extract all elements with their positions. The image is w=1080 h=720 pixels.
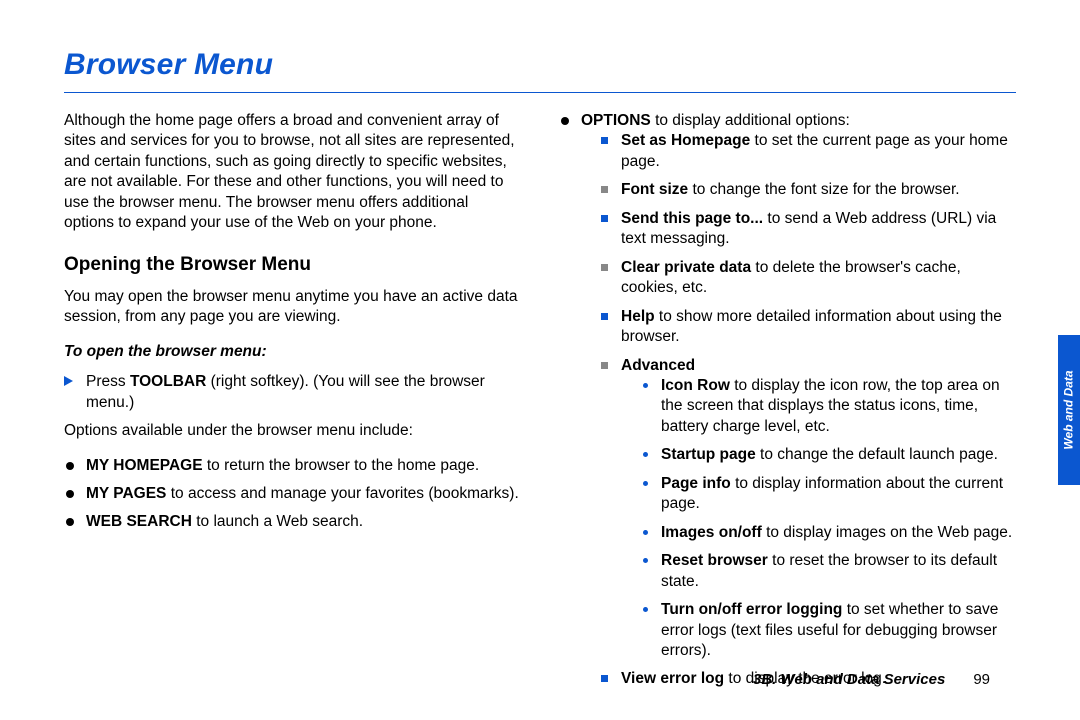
adv-error-logging: Turn on/off error logging to set whether… — [639, 600, 1016, 661]
sub-label: Set as Homepage — [621, 132, 750, 149]
adv-label: Icon Row — [661, 377, 730, 394]
sub-label: Font size — [621, 181, 688, 198]
instruction-step: Press TOOLBAR (right softkey). (You will… — [64, 372, 521, 413]
options-sublist: Set as Homepage to set the current page … — [599, 131, 1016, 689]
option-my-pages: MY PAGES to access and manage your favor… — [64, 484, 521, 504]
side-tab-label: Web and Data — [1062, 370, 1076, 449]
subsection-heading: Opening the Browser Menu — [64, 252, 521, 277]
intro-paragraph: Although the home page offers a broad an… — [64, 111, 521, 234]
adv-label: Turn on/off error logging — [661, 601, 842, 618]
manual-page: Browser Menu Although the home page offe… — [0, 0, 1080, 720]
option-my-homepage: MY HOMEPAGE to return the browser to the… — [64, 456, 521, 476]
adv-label: Reset browser — [661, 552, 768, 569]
left-column: Although the home page offers a broad an… — [64, 111, 521, 698]
sub-desc: to show more detailed information about … — [621, 308, 1002, 345]
option-label: MY HOMEPAGE — [86, 457, 203, 474]
option-web-search: WEB SEARCH to launch a Web search. — [64, 512, 521, 532]
instruction-list: Press TOOLBAR (right softkey). (You will… — [64, 372, 521, 413]
adv-label: Startup page — [661, 446, 756, 463]
title-underline — [64, 92, 1016, 93]
page-footer: 3B. Web and Data Services 99 — [753, 671, 990, 688]
adv-label: Images on/off — [661, 524, 762, 541]
section-title: Browser Menu — [64, 48, 1016, 82]
sub-label: Clear private data — [621, 259, 751, 276]
adv-desc: to display images on the Web page. — [762, 524, 1012, 541]
right-column: OPTIONS to display additional options: S… — [559, 111, 1016, 698]
sub-send-page: Send this page to... to send a Web addre… — [599, 209, 1016, 250]
sub-help: Help to show more detailed information a… — [599, 307, 1016, 348]
instruction-heading: To open the browser menu: — [64, 342, 521, 362]
footer-section: 3B. Web and Data Services — [753, 671, 945, 688]
advanced-sublist: Icon Row to display the icon row, the to… — [639, 376, 1016, 661]
option-label: MY PAGES — [86, 485, 166, 502]
adv-page-info: Page info to display information about t… — [639, 474, 1016, 515]
footer-page-number: 99 — [973, 671, 990, 688]
adv-label: Page info — [661, 475, 731, 492]
sub-font-size: Font size to change the font size for th… — [599, 180, 1016, 200]
option-label: WEB SEARCH — [86, 513, 192, 530]
adv-desc: to change the default launch page. — [756, 446, 998, 463]
option-desc: to return the browser to the home page. — [203, 457, 480, 474]
sub-set-homepage: Set as Homepage to set the current page … — [599, 131, 1016, 172]
step-pre: Press — [86, 373, 130, 390]
sub-clear-data: Clear private data to delete the browser… — [599, 258, 1016, 299]
open-paragraph: You may open the browser menu anytime yo… — [64, 287, 521, 328]
side-tab: Web and Data — [1058, 335, 1080, 485]
options-list: MY HOMEPAGE to return the browser to the… — [64, 456, 521, 533]
options-list-continued: OPTIONS to display additional options: S… — [559, 111, 1016, 690]
option-desc: to display additional options: — [651, 112, 850, 129]
option-label: OPTIONS — [581, 112, 651, 129]
sub-label: Send this page to... — [621, 210, 763, 227]
sub-desc: to change the font size for the browser. — [688, 181, 959, 198]
sub-label: Help — [621, 308, 655, 325]
adv-images: Images on/off to display images on the W… — [639, 523, 1016, 543]
two-column-layout: Although the home page offers a broad an… — [64, 111, 1016, 698]
option-desc: to access and manage your favorites (boo… — [166, 485, 518, 502]
adv-reset: Reset browser to reset the browser to it… — [639, 551, 1016, 592]
sub-advanced: Advanced Icon Row to display the icon ro… — [599, 356, 1016, 662]
step-key: TOOLBAR — [130, 373, 206, 390]
option-desc: to launch a Web search. — [192, 513, 363, 530]
options-intro: Options available under the browser menu… — [64, 421, 521, 441]
option-options: OPTIONS to display additional options: S… — [559, 111, 1016, 690]
adv-startup: Startup page to change the default launc… — [639, 445, 1016, 465]
sub-label: Advanced — [621, 357, 695, 374]
adv-icon-row: Icon Row to display the icon row, the to… — [639, 376, 1016, 437]
sub-label: View error log — [621, 670, 724, 687]
